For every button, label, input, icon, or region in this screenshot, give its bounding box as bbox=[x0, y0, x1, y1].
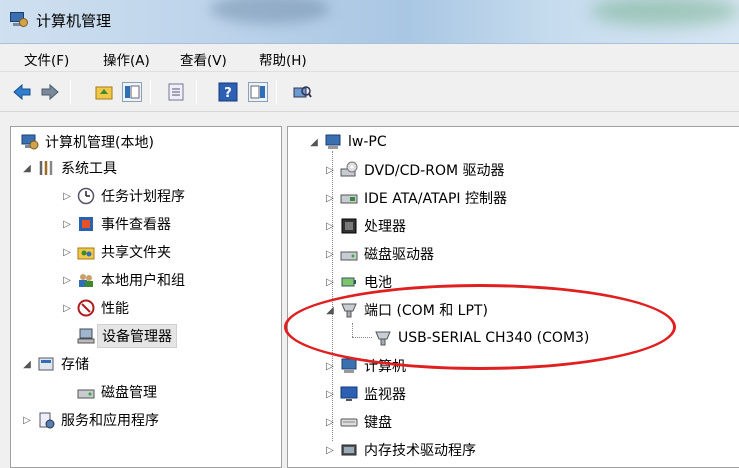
selected-label: 设备管理器 bbox=[97, 324, 177, 348]
tree-item-device-manager[interactable]: 设备管理器 bbox=[77, 323, 177, 349]
device-category-dvd[interactable]: ▷ DVD/CD-ROM 驱动器 bbox=[324, 157, 505, 183]
dvd-drive-icon bbox=[340, 161, 358, 179]
device-category-keyboards[interactable]: ▷ 键盘 bbox=[324, 409, 392, 435]
expander-collapsed[interactable]: ▷ bbox=[61, 246, 73, 258]
title-bar-blur bbox=[590, 0, 739, 26]
battery-icon bbox=[340, 273, 358, 291]
tree-item-performance[interactable]: ▷ 性能 bbox=[61, 295, 129, 321]
expander-collapsed[interactable]: ▷ bbox=[61, 218, 73, 230]
scan-hardware-icon[interactable] bbox=[292, 82, 312, 102]
toolbar-separator bbox=[196, 80, 197, 104]
disk-drive-icon bbox=[340, 245, 358, 263]
device-manager-icon bbox=[77, 327, 95, 345]
ide-controller-icon bbox=[340, 189, 358, 207]
disk-icon bbox=[77, 383, 95, 401]
svg-text:?: ? bbox=[224, 86, 232, 101]
device-category-memory-tech[interactable]: ▷ 内存技术驱动程序 bbox=[324, 437, 476, 463]
computer-icon bbox=[324, 133, 342, 151]
device-category-monitors[interactable]: ▷ 监视器 bbox=[324, 381, 406, 407]
window-title: 计算机管理 bbox=[36, 12, 112, 30]
help-icon[interactable]: ? bbox=[218, 82, 238, 102]
show-hide-tree-icon[interactable] bbox=[122, 82, 142, 102]
tree-item-shared-folders[interactable]: ▷ 共享文件夹 bbox=[61, 239, 171, 265]
show-action-pane-icon[interactable] bbox=[248, 82, 268, 102]
device-category-processors[interactable]: ▷ 处理器 bbox=[324, 213, 406, 239]
properties-icon[interactable] bbox=[166, 82, 186, 102]
event-viewer-icon bbox=[77, 215, 95, 233]
expander-collapsed[interactable]: ▷ bbox=[61, 274, 73, 286]
device-category-ide[interactable]: ▷ IDE ATA/ATAPI 控制器 bbox=[324, 185, 507, 211]
menu-file[interactable]: 文件(F) bbox=[24, 49, 69, 69]
device-category-disk-drives[interactable]: ▷ 磁盘驱动器 bbox=[324, 241, 434, 267]
expander-expanded[interactable]: ◢ bbox=[21, 162, 33, 174]
monitor-icon bbox=[340, 385, 358, 403]
expander-expanded[interactable]: ◢ bbox=[308, 136, 320, 148]
toolbar-separator bbox=[70, 80, 71, 104]
console-tree: 计算机管理(本地) ◢ 系统工具 ▷ 任务计划程序 ▷ 事件查看器 ▷ 共享文件… bbox=[10, 126, 282, 468]
title-bar: 计算机管理 bbox=[0, 0, 739, 44]
expander-collapsed[interactable]: ▷ bbox=[61, 190, 73, 202]
device-root[interactable]: ◢ lw-PC bbox=[308, 129, 386, 155]
menu-bar: 文件(F) 操作(A) 查看(V) 帮助(H) bbox=[0, 44, 739, 72]
shared-folder-icon bbox=[77, 243, 95, 261]
tree-root[interactable]: 计算机管理(本地) bbox=[21, 129, 154, 155]
toolbar-separator bbox=[150, 80, 151, 104]
expander-expanded[interactable]: ◢ bbox=[21, 358, 33, 370]
menu-help[interactable]: 帮助(H) bbox=[259, 49, 307, 69]
users-icon bbox=[77, 271, 95, 289]
storage-icon bbox=[37, 355, 55, 373]
tree-item-disk-management[interactable]: 磁盘管理 bbox=[77, 379, 157, 405]
services-icon bbox=[37, 411, 55, 429]
tree-item-system-tools[interactable]: ◢ 系统工具 bbox=[21, 155, 117, 181]
highlight-annotation bbox=[284, 284, 676, 370]
tree-item-storage[interactable]: ◢ 存储 bbox=[21, 351, 89, 377]
tree-item-local-users-groups[interactable]: ▷ 本地用户和组 bbox=[61, 267, 185, 293]
toolbar: ? bbox=[0, 72, 739, 112]
computer-management-icon bbox=[21, 133, 39, 151]
tree-item-event-viewer[interactable]: ▷ 事件查看器 bbox=[61, 211, 171, 237]
up-folder-icon[interactable] bbox=[94, 82, 114, 102]
pane-area: 计算机管理(本地) ◢ 系统工具 ▷ 任务计划程序 ▷ 事件查看器 ▷ 共享文件… bbox=[0, 112, 739, 468]
expander-collapsed[interactable]: ▷ bbox=[61, 302, 73, 314]
expander-collapsed[interactable]: ▷ bbox=[21, 414, 33, 426]
clock-icon bbox=[77, 187, 95, 205]
back-arrow-icon[interactable] bbox=[12, 82, 32, 102]
keyboard-icon bbox=[340, 413, 358, 431]
menu-action[interactable]: 操作(A) bbox=[103, 49, 150, 69]
processor-icon bbox=[340, 217, 358, 235]
forward-arrow-icon[interactable] bbox=[40, 82, 60, 102]
performance-icon bbox=[77, 299, 95, 317]
menu-view[interactable]: 查看(V) bbox=[180, 49, 227, 69]
title-bar-blur bbox=[210, 0, 330, 24]
tools-icon bbox=[37, 159, 55, 177]
tree-item-services-apps[interactable]: ▷ 服务和应用程序 bbox=[21, 407, 159, 433]
tree-item-task-scheduler[interactable]: ▷ 任务计划程序 bbox=[61, 183, 185, 209]
memory-device-icon bbox=[340, 441, 358, 459]
toolbar-separator bbox=[276, 80, 277, 104]
computer-management-icon bbox=[10, 12, 28, 28]
